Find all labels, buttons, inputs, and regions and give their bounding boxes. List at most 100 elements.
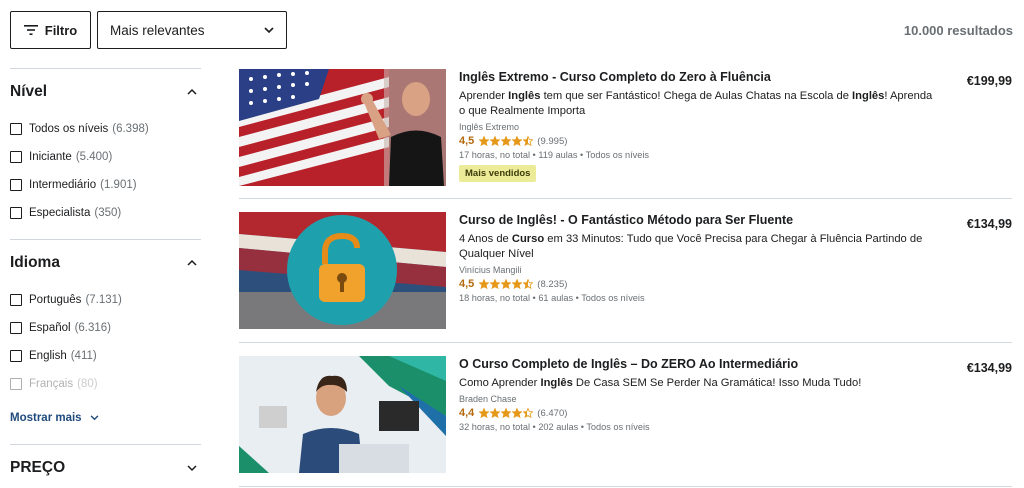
- star-icon: [490, 136, 501, 146]
- chevron-down-icon: [90, 415, 99, 421]
- level-option-all[interactable]: Todos os níveis (6.398): [10, 115, 201, 143]
- option-count: (350): [94, 207, 122, 219]
- option-count: (6.398): [112, 123, 149, 135]
- star-icon: [479, 408, 490, 418]
- show-more-label: Mostrar mais: [10, 412, 82, 424]
- language-section-title: Idioma: [10, 254, 60, 271]
- checkbox[interactable]: [10, 123, 22, 135]
- sort-select[interactable]: Mais relevantes: [97, 11, 287, 49]
- option-label: Todos os níveis: [29, 123, 109, 135]
- course-meta: 17 horas, no total • 119 aulas • Todos o…: [459, 150, 649, 160]
- rating-value: 4,4: [459, 407, 475, 419]
- star-icon: [479, 279, 490, 289]
- language-option-english[interactable]: English (411): [10, 342, 201, 370]
- review-count: (8.235): [537, 278, 568, 290]
- course-rating: 4,5 (9.995): [459, 135, 939, 147]
- star-icon: [490, 408, 501, 418]
- course-rating: 4,4 (6.470): [459, 407, 939, 419]
- course-description: Como Aprender Inglês De Casa SEM Se Perd…: [459, 377, 862, 389]
- american-flag-instructor-image: [239, 69, 446, 186]
- course-author: Inglês Extremo: [459, 122, 520, 132]
- level-section-header[interactable]: Nível: [10, 69, 201, 115]
- filter-button[interactable]: Filtro: [10, 11, 91, 49]
- course-title[interactable]: O Curso Completo de Inglês – Do ZERO Ao …: [459, 356, 939, 372]
- course-thumbnail[interactable]: [239, 212, 446, 329]
- course-meta: 32 horas, no total • 202 aulas • Todos o…: [459, 422, 650, 432]
- checkbox[interactable]: [10, 378, 22, 390]
- language-option-spanish[interactable]: Español (6.316): [10, 314, 201, 342]
- option-count: (6.316): [74, 322, 111, 334]
- star-icon: [523, 136, 534, 146]
- option-count: (5.400): [75, 151, 113, 163]
- padlock-flag-image: [239, 212, 446, 329]
- option-count: (7.131): [85, 294, 122, 306]
- divider: [239, 198, 1012, 199]
- course-thumbnail[interactable]: [239, 356, 446, 473]
- chevron-up-icon: [187, 259, 197, 266]
- option-label: Français: [29, 378, 74, 390]
- bestseller-badge: Mais vendidos: [459, 165, 537, 182]
- rating-value: 4,5: [459, 135, 475, 147]
- course-card[interactable]: Curso de Inglês! - O Fantástico Método p…: [239, 212, 1012, 352]
- star-icon: [523, 408, 534, 418]
- course-rating: 4,5 (8.235): [459, 278, 939, 290]
- course-price: €199,99: [966, 74, 1012, 88]
- course-card[interactable]: O Curso Completo de Inglês – Do ZERO Ao …: [239, 356, 1012, 488]
- star-icon: [501, 136, 512, 146]
- checkbox[interactable]: [10, 350, 22, 362]
- option-count: (80): [77, 378, 98, 390]
- language-option-portuguese[interactable]: Português (7.131): [10, 286, 201, 314]
- option-label: English: [29, 350, 67, 362]
- price-section-header[interactable]: PREÇO: [10, 445, 201, 488]
- review-count: (9.995): [537, 135, 568, 147]
- course-title[interactable]: Curso de Inglês! - O Fantástico Método p…: [459, 212, 939, 228]
- star-icon: [501, 279, 512, 289]
- course-thumbnail[interactable]: [239, 69, 446, 186]
- star-icon: [479, 136, 490, 146]
- star-rating: [479, 279, 534, 289]
- course-price: €134,99: [966, 361, 1012, 375]
- option-label: Iniciante: [29, 151, 72, 163]
- price-section-title: PREÇO: [10, 459, 66, 476]
- checkbox[interactable]: [10, 322, 22, 334]
- course-author: Braden Chase: [459, 394, 517, 404]
- course-price: €134,99: [966, 217, 1012, 231]
- star-icon: [512, 279, 523, 289]
- course-author: Vinícius Mangili: [459, 265, 522, 275]
- option-label: Español: [29, 322, 71, 334]
- option-label: Português: [29, 294, 82, 306]
- option-label: Especialista: [29, 207, 91, 219]
- course-description: 4 Anos de Curso em 33 Minutos: Tudo que …: [459, 233, 923, 260]
- option-label: Intermediário: [29, 179, 97, 191]
- course-title[interactable]: Inglês Extremo - Curso Completo do Zero …: [459, 69, 939, 85]
- course-card[interactable]: Inglês Extremo - Curso Completo do Zero …: [239, 69, 1012, 209]
- show-more-button[interactable]: Mostrar mais: [10, 398, 201, 438]
- star-icon: [512, 136, 523, 146]
- checkbox[interactable]: [10, 179, 22, 191]
- star-rating: [479, 136, 534, 146]
- divider: [239, 486, 1012, 487]
- star-icon: [523, 279, 534, 289]
- filter-button-label: Filtro: [44, 22, 78, 38]
- divider: [239, 342, 1012, 343]
- chevron-down-icon: [264, 26, 274, 33]
- checkbox[interactable]: [10, 207, 22, 219]
- language-option-french[interactable]: Français (80): [10, 370, 201, 398]
- level-option-expert[interactable]: Especialista (350): [10, 199, 201, 227]
- chevron-down-icon: [187, 465, 197, 472]
- language-section-header[interactable]: Idioma: [10, 240, 201, 286]
- star-icon: [490, 279, 501, 289]
- review-count: (6.470): [537, 407, 568, 419]
- level-option-intermediate[interactable]: Intermediário (1.901): [10, 171, 201, 199]
- star-icon: [512, 408, 523, 418]
- level-option-beginner[interactable]: Iniciante (5.400): [10, 143, 201, 171]
- checkbox[interactable]: [10, 294, 22, 306]
- star-icon: [501, 408, 512, 418]
- level-section-title: Nível: [10, 83, 48, 100]
- option-count: (1.901): [100, 179, 137, 191]
- results-count: 10.000 resultados: [903, 23, 1013, 38]
- checkbox[interactable]: [10, 151, 22, 163]
- course-description: Aprender Inglês tem que ser Fantástico! …: [459, 90, 933, 117]
- course-meta: 18 horas, no total • 61 aulas • Todos os…: [459, 293, 645, 303]
- instructor-laptop-image: [239, 356, 446, 473]
